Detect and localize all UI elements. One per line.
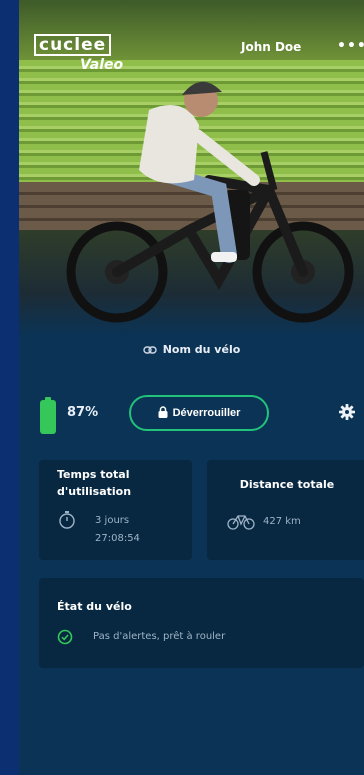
logo-subtext: Valeo bbox=[80, 57, 124, 73]
unlock-label: Déverrouiller bbox=[172, 407, 241, 419]
usage-clock: 27:08:54 bbox=[95, 533, 140, 544]
more-icon[interactable]: ••• bbox=[337, 38, 364, 54]
unlock-button[interactable]: Déverrouiller bbox=[129, 395, 269, 431]
bike-name-link[interactable]: Nom du vélo bbox=[19, 343, 364, 357]
app-screen: cuclee Valeo John Doe ••• Nom du vélo 87… bbox=[19, 0, 364, 775]
usage-days: 3 jours bbox=[95, 515, 130, 526]
logo-wordmark: cuclee bbox=[34, 34, 112, 56]
cuclee-logo: cuclee Valeo bbox=[34, 34, 129, 82]
battery-percent: 87% bbox=[67, 405, 99, 420]
distance-value: 427 km bbox=[263, 516, 301, 527]
usage-time-title: Temps total d'utilisation bbox=[57, 468, 132, 498]
distance-title: Distance totale bbox=[239, 478, 335, 491]
user-name[interactable]: John Doe bbox=[241, 40, 301, 54]
battery-icon bbox=[39, 397, 57, 439]
usage-time-value: 3 jours 27:08:54 bbox=[95, 512, 140, 548]
lock-icon bbox=[158, 405, 168, 421]
bike-state-card: État du vélo Pas d'alertes, prêt à roule… bbox=[39, 578, 364, 668]
bike-state-message: Pas d'alertes, prêt à rouler bbox=[93, 631, 226, 642]
bicycle-icon bbox=[227, 512, 255, 534]
bike-state-title: État du vélo bbox=[57, 600, 132, 613]
distance-card: Distance totale 427 km bbox=[207, 460, 364, 560]
check-circle-icon bbox=[57, 629, 73, 649]
stopwatch-icon bbox=[58, 510, 76, 534]
cyclist-illustration bbox=[66, 81, 354, 323]
usage-time-card: Temps total d'utilisation 3 jours 27:08:… bbox=[39, 460, 192, 560]
gear-icon[interactable] bbox=[339, 404, 355, 424]
link-icon bbox=[143, 344, 157, 357]
bike-name-label: Nom du vélo bbox=[162, 343, 241, 356]
